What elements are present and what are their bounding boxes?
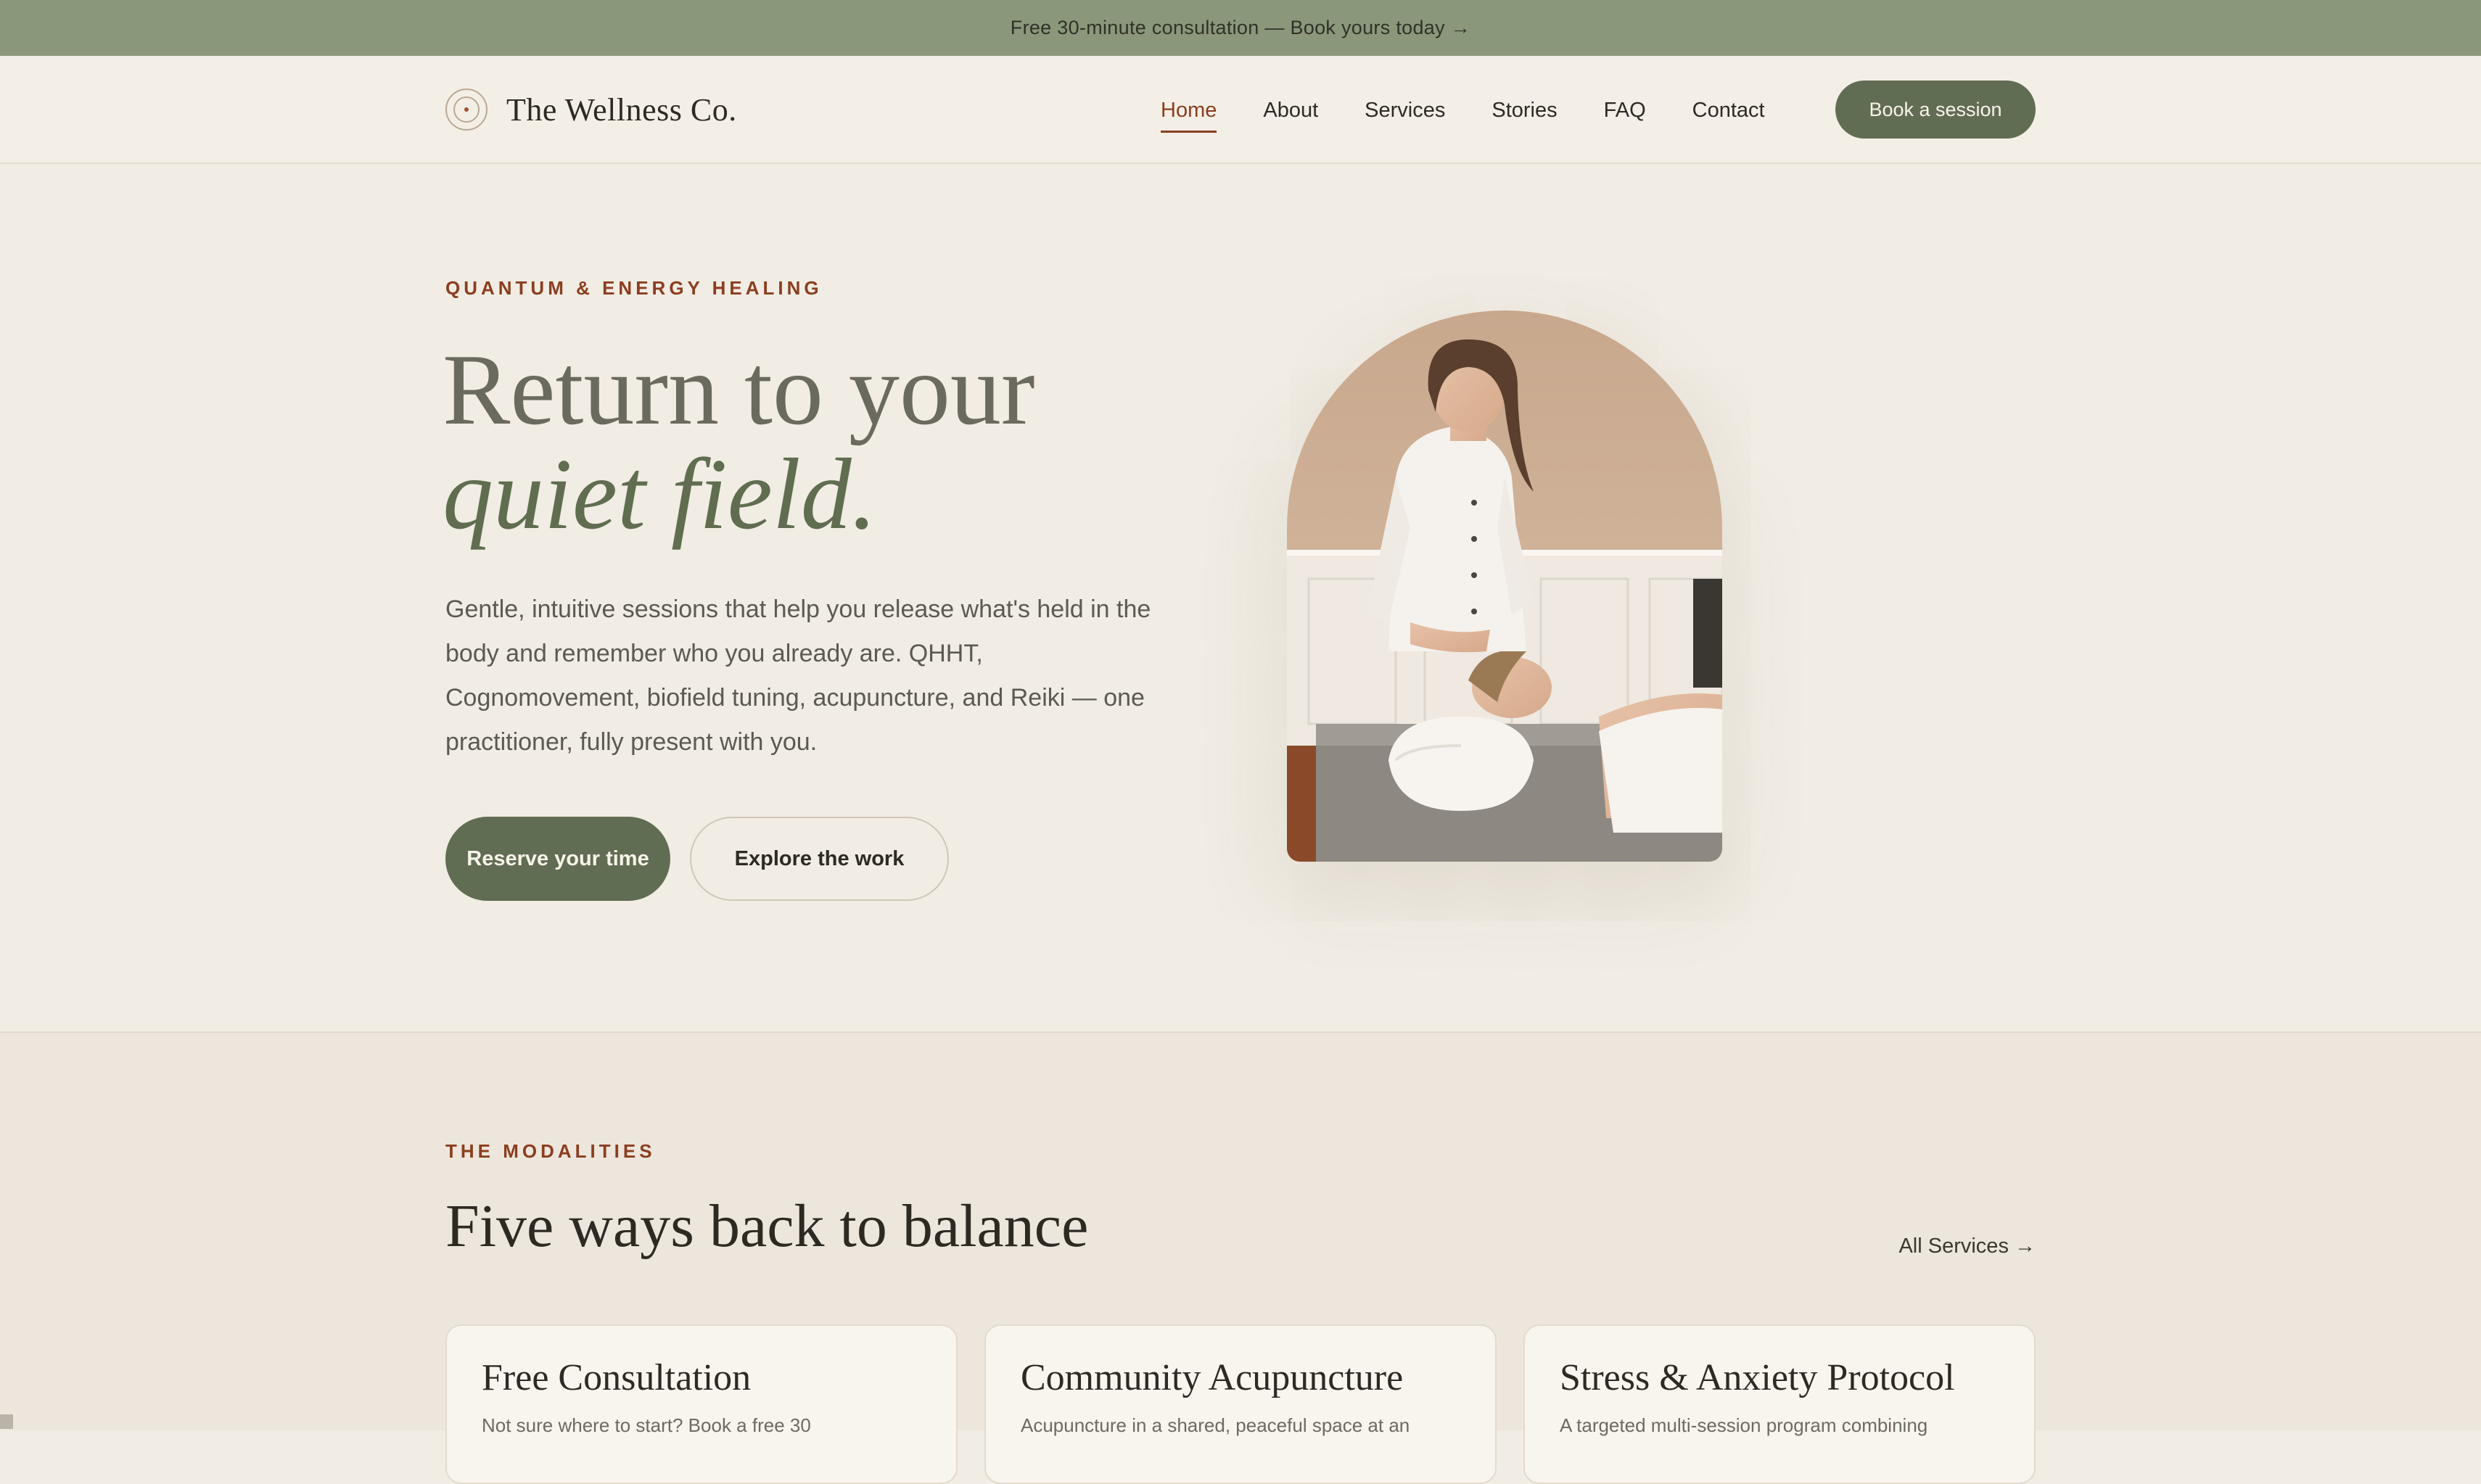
nav-link-faq[interactable]: FAQ <box>1604 99 1646 123</box>
explore-work-button[interactable]: Explore the work <box>690 817 949 901</box>
modalities-eyebrow: THE MODALITIES <box>445 1140 656 1162</box>
main-nav: Home About Services Stories FAQ Contact <box>1161 92 1811 133</box>
service-card-stress-anxiety[interactable]: Stress & Anxiety Protocol A targeted mul… <box>1523 1324 2036 1484</box>
hero-title-line1: Return to your <box>443 334 1035 446</box>
concentric-circles-logo-icon <box>445 88 487 131</box>
nav-link-contact[interactable]: Contact <box>1692 99 1765 123</box>
site-header: The Wellness Co. Home About Services Sto… <box>0 56 2481 164</box>
card-description: Acupuncture in a shared, peaceful space … <box>1021 1414 1410 1436</box>
modalities-section: THE MODALITIES Five ways back to balance… <box>0 1031 2481 1484</box>
hero-section: QUANTUM & ENERGY HEALING Return to your … <box>0 164 2481 1031</box>
arrow-right-icon: → <box>1450 17 1471 38</box>
nav-link-home[interactable]: Home <box>1161 99 1217 133</box>
announcement-bar[interactable]: Free 30-minute consultation — Book yours… <box>0 0 2481 56</box>
modalities-title: Five ways back to balance <box>445 1192 1089 1260</box>
card-title: Stress & Anxiety Protocol <box>1560 1357 1955 1398</box>
service-card-free-consultation[interactable]: Free Consultation Not sure where to star… <box>445 1324 958 1484</box>
card-description: Not sure where to start? Book a free 30 <box>482 1414 811 1436</box>
card-description: A targeted multi-session program combini… <box>1560 1414 1928 1436</box>
nav-link-services[interactable]: Services <box>1365 99 1445 123</box>
brand-name: The Wellness Co. <box>506 91 737 128</box>
hero-title-line2: quiet field. <box>443 438 877 551</box>
brand-logo[interactable]: The Wellness Co. <box>445 87 737 132</box>
all-services-link[interactable]: All Services → <box>1892 1234 2036 1258</box>
hero-eyebrow: QUANTUM & ENERGY HEALING <box>445 277 823 299</box>
hero-title: Return to your quiet field. <box>443 338 1035 547</box>
hero-photo <box>1287 310 1722 862</box>
reserve-time-button[interactable]: Reserve your time <box>445 817 670 901</box>
nav-link-stories[interactable]: Stories <box>1492 99 1557 123</box>
book-session-button[interactable]: Book a session <box>1835 81 2036 139</box>
card-title: Community Acupuncture <box>1021 1357 1404 1398</box>
card-title: Free Consultation <box>482 1357 752 1398</box>
service-card-community-acupuncture[interactable]: Community Acupuncture Acupuncture in a s… <box>984 1324 1497 1484</box>
nav-link-about[interactable]: About <box>1263 99 1318 123</box>
announcement-text: Free 30-minute consultation — Book yours… <box>1010 17 1445 38</box>
scroll-indicator <box>0 1414 13 1429</box>
hero-description: Gentle, intuitive sessions that help you… <box>445 595 1151 756</box>
